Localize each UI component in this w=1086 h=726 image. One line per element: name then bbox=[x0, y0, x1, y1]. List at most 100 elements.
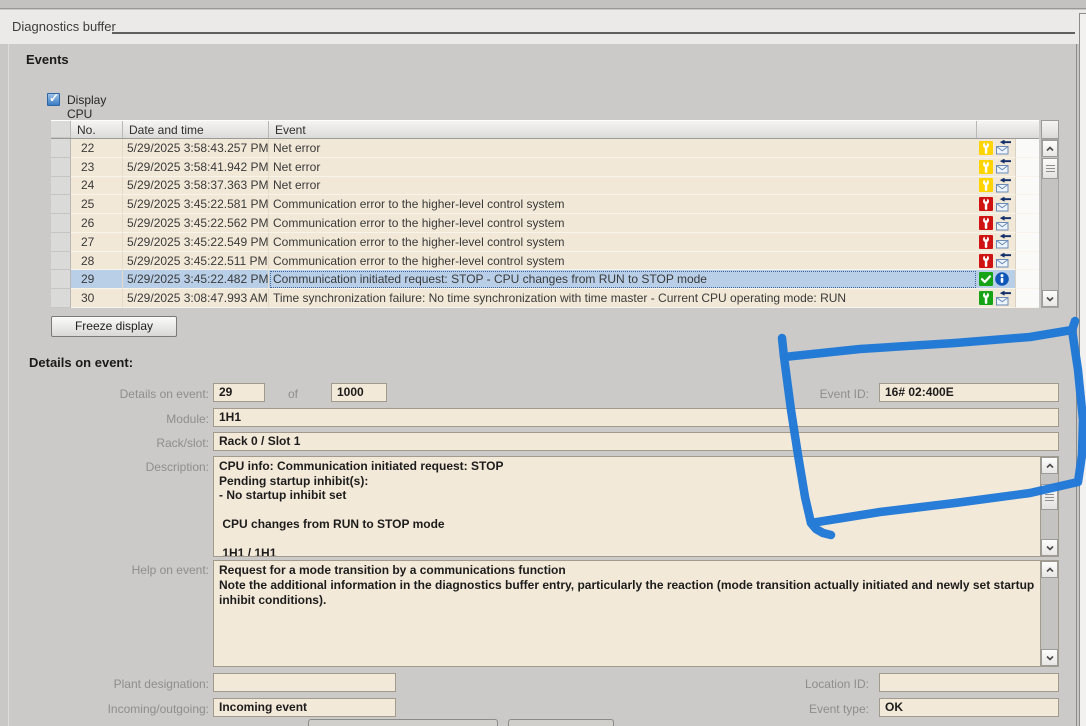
table-row[interactable]: 285/29/2025 3:45:22.511 PMCommunication … bbox=[51, 252, 1039, 271]
events-scrollbar[interactable] bbox=[1041, 139, 1059, 308]
row-selector-cell[interactable] bbox=[51, 177, 71, 196]
plant-designation-field[interactable] bbox=[213, 673, 396, 692]
scroll-down-button[interactable] bbox=[1042, 290, 1058, 307]
cell-datetime: 5/29/2025 3:45:22.562 PM bbox=[123, 214, 269, 233]
help-on-event-label: Help on event: bbox=[9, 563, 209, 577]
incoming-envelope-icon bbox=[995, 139, 1015, 158]
details-on-event-label: Details on event: bbox=[9, 387, 209, 401]
outer-scrollbar[interactable] bbox=[1079, 13, 1086, 726]
cell-spacer bbox=[1015, 214, 1039, 233]
description-text: CPU info: Communication initiated reques… bbox=[219, 459, 1036, 556]
scroll-up-button[interactable] bbox=[1041, 457, 1058, 474]
module-label: Module: bbox=[9, 412, 209, 426]
scroll-down-button[interactable] bbox=[1041, 539, 1058, 556]
table-row[interactable]: 265/29/2025 3:45:22.562 PMCommunication … bbox=[51, 214, 1039, 233]
row-selector-cell[interactable] bbox=[51, 195, 71, 214]
table-row[interactable]: 245/29/2025 3:58:37.363 PMNet error bbox=[51, 177, 1039, 196]
row-selector-cell[interactable] bbox=[51, 214, 71, 233]
cell-event: Communication initiated request: STOP - … bbox=[269, 270, 977, 289]
top-strip bbox=[0, 0, 1086, 9]
table-row[interactable]: 225/29/2025 3:58:43.257 PMNet error bbox=[51, 139, 1039, 158]
incoming-envelope-icon bbox=[995, 195, 1015, 214]
table-row[interactable]: 295/29/2025 3:45:22.482 PMCommunication … bbox=[51, 270, 1039, 289]
location-id-field[interactable] bbox=[879, 673, 1059, 692]
help-on-event-field[interactable]: Request for a mode transition by a commu… bbox=[213, 560, 1059, 667]
header-no[interactable]: No. bbox=[71, 121, 123, 138]
cpu-time-checkbox[interactable]: ✓ bbox=[47, 93, 60, 106]
details-heading: Details on event: bbox=[29, 355, 133, 370]
incoming-envelope-icon bbox=[995, 289, 1015, 308]
scroll-up-button[interactable] bbox=[1042, 140, 1058, 157]
maintenance-yellow-icon bbox=[977, 158, 995, 177]
scroll-up-button[interactable] bbox=[1041, 561, 1058, 578]
maintenance-yellow-icon bbox=[977, 177, 995, 196]
freeze-display-button[interactable]: Freeze display bbox=[51, 316, 177, 337]
description-scrollbar[interactable] bbox=[1040, 457, 1058, 556]
page-title: Diagnostics buffer bbox=[12, 19, 116, 34]
module-field[interactable]: 1H1 bbox=[213, 408, 1059, 427]
cell-datetime: 5/29/2025 3:58:37.363 PM bbox=[123, 177, 269, 196]
cell-spacer bbox=[1015, 177, 1039, 196]
rack-slot-label: Rack/slot: bbox=[9, 436, 209, 450]
description-field[interactable]: CPU info: Communication initiated reques… bbox=[213, 456, 1059, 557]
ok-check-green-icon bbox=[977, 270, 995, 289]
header-icons bbox=[977, 121, 1039, 138]
row-selector-cell[interactable] bbox=[51, 233, 71, 252]
rack-slot-field[interactable]: Rack 0 / Slot 1 bbox=[213, 432, 1059, 451]
table-row[interactable]: 275/29/2025 3:45:22.549 PMCommunication … bbox=[51, 233, 1039, 252]
scroll-down-button[interactable] bbox=[1041, 649, 1058, 666]
event-id-field[interactable]: 16# 02:400E bbox=[879, 383, 1059, 402]
incoming-outgoing-label: Incoming/outgoing: bbox=[9, 702, 209, 716]
row-selector-cell[interactable] bbox=[51, 158, 71, 177]
diagnostics-buffer-window: Diagnostics buffer Events ✓ Display CPU … bbox=[0, 0, 1086, 726]
plant-designation-label: Plant designation: bbox=[9, 677, 209, 691]
chevron-down-icon bbox=[1045, 295, 1055, 303]
scroll-thumb[interactable] bbox=[1041, 484, 1058, 510]
event-type-label: Event type: bbox=[704, 702, 869, 716]
chevron-up-icon bbox=[1045, 145, 1055, 153]
cell-datetime: 5/29/2025 3:58:41.942 PM bbox=[123, 158, 269, 177]
table-row[interactable]: 305/29/2025 3:08:47.993 AMTime synchroni… bbox=[51, 289, 1039, 308]
cell-no: 25 bbox=[71, 195, 123, 214]
row-selector-cell[interactable] bbox=[51, 139, 71, 158]
details-total-field[interactable]: 1000 bbox=[331, 383, 387, 402]
info-icon bbox=[995, 270, 1015, 289]
event-type-field[interactable]: OK bbox=[879, 698, 1059, 717]
cell-datetime: 5/29/2025 3:58:43.257 PM bbox=[123, 139, 269, 158]
incoming-outgoing-field[interactable]: Incoming event bbox=[213, 698, 396, 717]
header-date-and-time[interactable]: Date and time bbox=[123, 121, 269, 138]
incoming-envelope-icon bbox=[995, 233, 1015, 252]
cell-no: 30 bbox=[71, 289, 123, 308]
cell-event: Time synchronization failure: No time sy… bbox=[269, 289, 977, 308]
events-panel: Events ✓ Display CPU Time Stamps in PG/P… bbox=[8, 44, 1077, 726]
cell-no: 24 bbox=[71, 177, 123, 196]
row-selector-cell[interactable] bbox=[51, 289, 71, 308]
help-scrollbar[interactable] bbox=[1040, 561, 1058, 666]
cell-spacer bbox=[1015, 252, 1039, 271]
chevron-down-icon bbox=[1045, 544, 1055, 552]
cell-spacer bbox=[1015, 158, 1039, 177]
chevron-up-icon bbox=[1045, 566, 1055, 574]
scrollbar-header-cap bbox=[1041, 120, 1059, 139]
chevron-up-icon bbox=[1045, 462, 1055, 470]
header-event[interactable]: Event bbox=[269, 121, 977, 138]
row-selector-cell[interactable] bbox=[51, 270, 71, 289]
cell-datetime: 5/29/2025 3:45:22.549 PM bbox=[123, 233, 269, 252]
fault-red-icon bbox=[977, 214, 995, 233]
partial-button-left[interactable] bbox=[308, 719, 498, 726]
scroll-thumb[interactable] bbox=[1042, 158, 1058, 179]
cell-event: Net error bbox=[269, 158, 977, 177]
cell-no: 22 bbox=[71, 139, 123, 158]
row-selector-cell[interactable] bbox=[51, 252, 71, 271]
partial-button-right[interactable] bbox=[508, 719, 614, 726]
table-row[interactable]: 235/29/2025 3:58:41.942 PMNet error bbox=[51, 158, 1039, 177]
details-number-field[interactable]: 29 bbox=[213, 383, 265, 402]
incoming-envelope-icon bbox=[995, 177, 1015, 196]
events-heading: Events bbox=[26, 52, 69, 67]
table-row[interactable]: 255/29/2025 3:45:22.581 PMCommunication … bbox=[51, 195, 1039, 214]
cell-event: Communication error to the higher-level … bbox=[269, 214, 977, 233]
cell-spacer bbox=[1015, 270, 1039, 289]
help-text: Request for a mode transition by a commu… bbox=[219, 563, 1036, 666]
events-table-body: 225/29/2025 3:58:43.257 PMNet error235/2… bbox=[51, 139, 1039, 308]
events-table: No. Date and time Event 225/29/2025 3:58… bbox=[51, 120, 1039, 308]
